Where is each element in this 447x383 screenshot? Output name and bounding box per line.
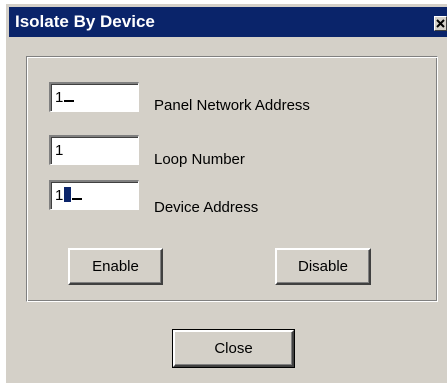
disable-button-label: Disable <box>297 258 349 275</box>
selection-highlight <box>64 187 72 202</box>
device-address-value: 1 <box>55 187 64 204</box>
close-button-label: Close <box>214 340 253 357</box>
loop-number-label: Loop Number <box>154 151 245 168</box>
text-cursor <box>64 100 75 102</box>
panel-network-address-value: 1 <box>55 89 64 106</box>
window-title: Isolate By Device <box>15 12 155 31</box>
loop-number-value: 1 <box>55 142 64 159</box>
enable-button[interactable]: Enable <box>68 248 163 285</box>
panel-network-address-field[interactable]: 1 <box>49 82 139 112</box>
device-address-field[interactable]: 1 <box>49 180 139 210</box>
text-cursor <box>72 198 83 200</box>
isolate-by-device-dialog: Isolate By Device 1 Panel Network Addres… <box>6 4 447 383</box>
title-bar[interactable]: Isolate By Device <box>9 7 447 37</box>
close-window-button[interactable] <box>434 16 447 31</box>
enable-button-label: Enable <box>92 258 139 275</box>
close-button[interactable]: Close <box>172 329 295 368</box>
device-address-label: Device Address <box>154 199 259 216</box>
loop-number-field[interactable]: 1 <box>49 135 139 165</box>
disable-button[interactable]: Disable <box>275 248 371 285</box>
panel-network-address-label: Panel Network Address <box>154 97 310 114</box>
close-icon <box>436 19 445 28</box>
